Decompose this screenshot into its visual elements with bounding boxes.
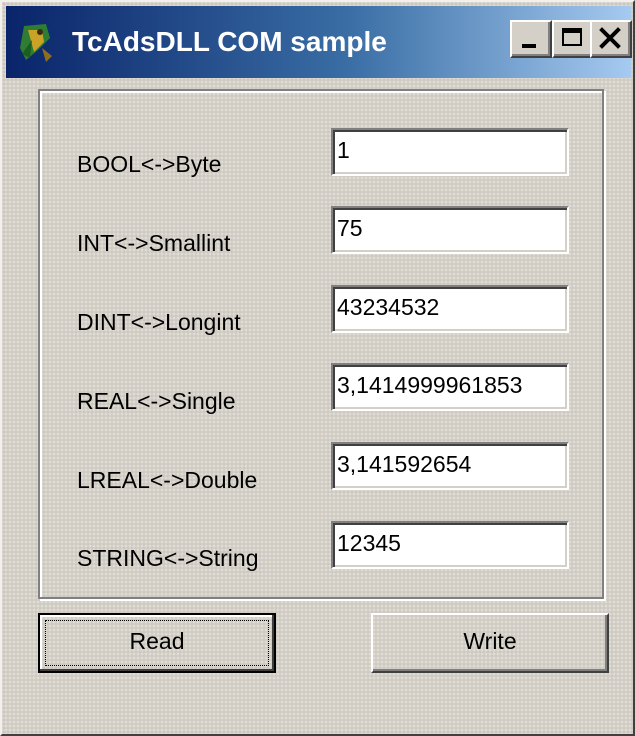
app-icon[interactable] (16, 20, 60, 64)
field-label-real: REAL<->Single (77, 388, 236, 414)
input-dint[interactable]: 43234532 (331, 285, 569, 333)
input-int[interactable]: 75 (331, 206, 569, 254)
close-icon (599, 27, 621, 49)
input-string[interactable]: 12345 (331, 521, 569, 569)
input-real[interactable]: 3,1414999961853 (331, 363, 569, 411)
field-label-lreal: LREAL<->Double (77, 467, 258, 493)
field-label-int: INT<->Smallint (77, 230, 231, 256)
read-button[interactable]: Read (38, 613, 276, 673)
title-bar[interactable]: TcAdsDLL COM sample (6, 6, 632, 78)
window-title: TcAdsDLL COM sample (72, 26, 387, 57)
write-button-label: Write (463, 628, 517, 654)
focus-rectangle (45, 620, 269, 666)
close-button[interactable] (590, 20, 632, 58)
app-window: TcAdsDLL COM sample BOOL<->Byte 1 INT<->… (0, 0, 635, 736)
field-label-string: STRING<->String (77, 545, 259, 571)
field-label-bool: BOOL<->Byte (77, 151, 222, 177)
minimize-button[interactable] (510, 20, 552, 58)
field-label-dint: DINT<->Longint (77, 309, 241, 335)
input-lreal[interactable]: 3,141592654 (331, 442, 569, 490)
minimize-icon (522, 44, 536, 48)
maximize-icon (562, 28, 582, 46)
input-bool[interactable]: 1 (331, 128, 569, 176)
write-button[interactable]: Write (371, 613, 609, 673)
maximize-button[interactable] (552, 20, 594, 58)
